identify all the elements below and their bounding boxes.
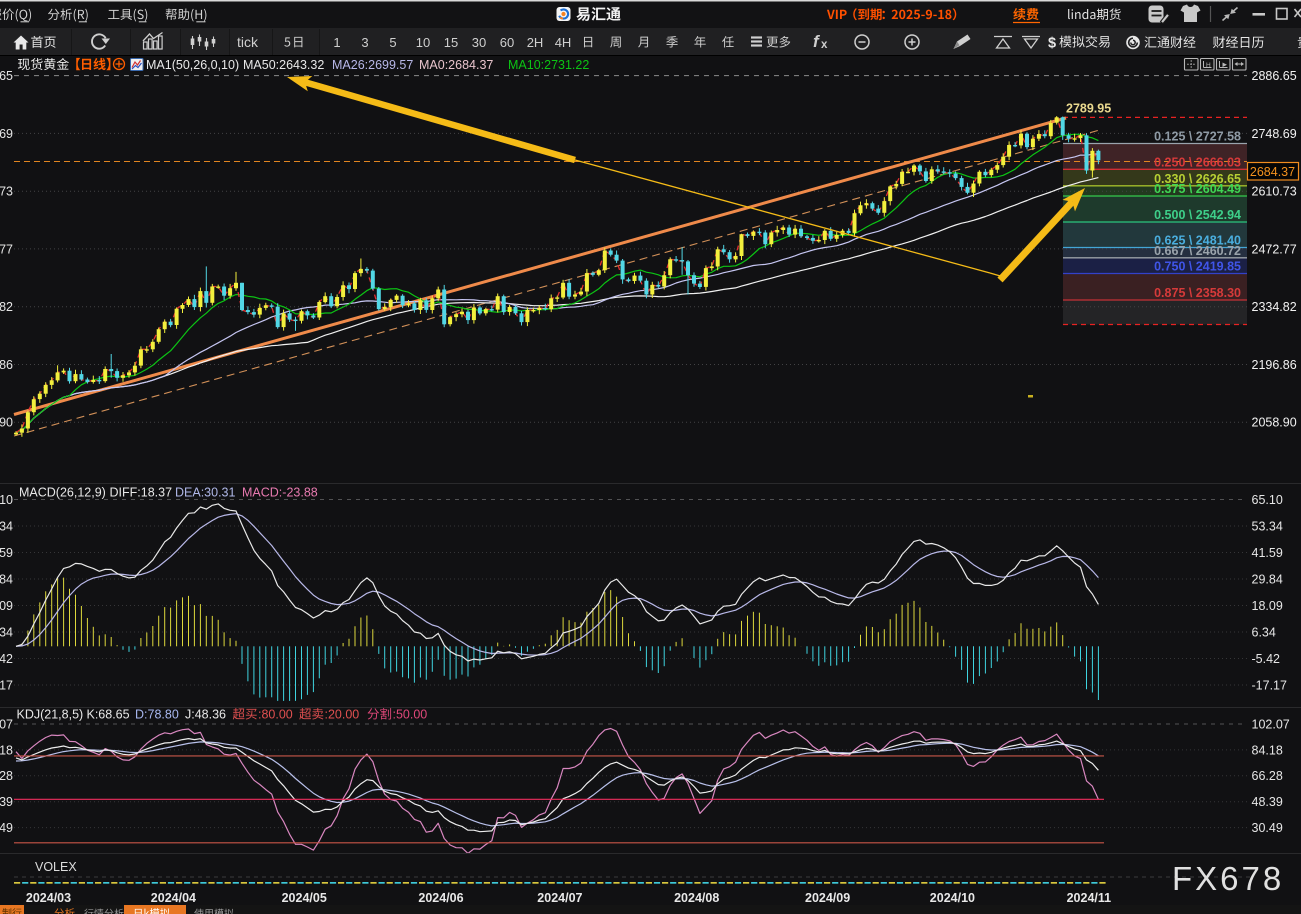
svg-text:10: 10 — [416, 35, 430, 50]
svg-text::80.00: :80.00 — [258, 708, 293, 722]
svg-text:0.500 \ 2542.94: 0.500 \ 2542.94 — [1154, 208, 1241, 222]
svg-text:DEA:30.31: DEA:30.31 — [175, 486, 236, 500]
svg-text:15: 15 — [444, 35, 458, 50]
svg-text:FX678: FX678 — [1172, 860, 1284, 897]
svg-text:2748.69: 2748.69 — [0, 127, 13, 141]
svg-text:2610.73: 2610.73 — [0, 185, 13, 199]
svg-text:2610.73: 2610.73 — [1252, 185, 1297, 199]
svg-text:2H: 2H — [527, 35, 544, 50]
svg-text:2024/09: 2024/09 — [805, 891, 850, 905]
svg-text:2024/03: 2024/03 — [26, 891, 71, 905]
svg-text:0.375 \ 2604.49: 0.375 \ 2604.49 — [1154, 182, 1241, 196]
svg-text:x: x — [821, 39, 828, 51]
svg-text:-5.42: -5.42 — [1252, 652, 1281, 666]
svg-text:MA10:2731.22: MA10:2731.22 — [508, 58, 589, 72]
svg-text:MA0:2684.37: MA0:2684.37 — [419, 58, 493, 72]
svg-text:2334.82: 2334.82 — [0, 300, 13, 314]
svg-text:0.125 \ 2727.58: 0.125 \ 2727.58 — [1154, 130, 1241, 144]
svg-text:2886.65: 2886.65 — [0, 69, 13, 83]
svg-text:J:48.36: J:48.36 — [185, 708, 226, 722]
svg-text:2058.90: 2058.90 — [1252, 416, 1297, 430]
svg-text:30.49: 30.49 — [0, 821, 13, 835]
svg-text:DIFF:18.37: DIFF:18.37 — [110, 486, 173, 500]
svg-text:2684.37: 2684.37 — [1250, 165, 1295, 179]
svg-text:102.07: 102.07 — [0, 717, 13, 731]
svg-text:KDJ(21,8,5): KDJ(21,8,5) — [17, 708, 84, 722]
svg-text:2472.77: 2472.77 — [0, 242, 13, 256]
svg-text:MA26:2699.57: MA26:2699.57 — [332, 58, 413, 72]
svg-text:53.34: 53.34 — [0, 519, 13, 533]
svg-text:2024/08: 2024/08 — [674, 891, 719, 905]
svg-text::50.00: :50.00 — [393, 708, 428, 722]
svg-text:65.10: 65.10 — [0, 493, 13, 507]
svg-text:tick: tick — [237, 34, 259, 50]
svg-text:0.250 \ 2666.03: 0.250 \ 2666.03 — [1154, 155, 1241, 169]
svg-text:18.09: 18.09 — [0, 599, 13, 613]
svg-text:-17.17: -17.17 — [1252, 678, 1287, 692]
svg-text:-5.42: -5.42 — [0, 652, 13, 666]
svg-text:2334.82: 2334.82 — [1252, 300, 1297, 314]
svg-text:66.28: 66.28 — [0, 769, 13, 783]
svg-text:$: $ — [1048, 36, 1056, 52]
svg-text:30.49: 30.49 — [1252, 821, 1283, 835]
svg-text:MA50:2643.32: MA50:2643.32 — [243, 58, 324, 72]
svg-text:84.18: 84.18 — [1252, 743, 1283, 757]
svg-text:65.10: 65.10 — [1252, 493, 1283, 507]
svg-text:41.59: 41.59 — [1252, 546, 1283, 560]
svg-text:0.875 \ 2358.30: 0.875 \ 2358.30 — [1154, 286, 1241, 300]
svg-text:0.667 \ 2460.72: 0.667 \ 2460.72 — [1154, 244, 1241, 258]
svg-text:29.84: 29.84 — [1252, 572, 1283, 586]
svg-text:2024/07: 2024/07 — [537, 891, 582, 905]
svg-text:MACD:-23.88: MACD:-23.88 — [242, 486, 318, 500]
svg-text:6.34: 6.34 — [0, 625, 13, 639]
svg-text:2748.69: 2748.69 — [1252, 127, 1297, 141]
svg-text:2024/05: 2024/05 — [282, 891, 327, 905]
svg-text:2024/04: 2024/04 — [151, 891, 196, 905]
svg-text:2196.86: 2196.86 — [1252, 358, 1297, 372]
svg-text:1: 1 — [333, 35, 340, 50]
svg-text:66.28: 66.28 — [1252, 769, 1283, 783]
svg-text:84.18: 84.18 — [0, 743, 13, 757]
svg-text:4H: 4H — [555, 35, 572, 50]
svg-text:102.07: 102.07 — [1252, 717, 1290, 731]
svg-text:D:78.80: D:78.80 — [135, 708, 179, 722]
svg-text:MA1(50,26,0,10): MA1(50,26,0,10) — [146, 58, 239, 72]
svg-text:2024/10: 2024/10 — [930, 891, 975, 905]
svg-text:48.39: 48.39 — [0, 795, 13, 809]
svg-text:2789.95: 2789.95 — [1066, 102, 1111, 116]
svg-text:53.34: 53.34 — [1252, 519, 1283, 533]
svg-text:29.84: 29.84 — [0, 572, 13, 586]
svg-text:3: 3 — [361, 35, 368, 50]
svg-text:60: 60 — [500, 35, 514, 50]
svg-text:41.59: 41.59 — [0, 546, 13, 560]
svg-text::20.00: :20.00 — [325, 708, 360, 722]
svg-text:VOLEX: VOLEX — [35, 860, 77, 874]
svg-text:2024/06: 2024/06 — [418, 891, 463, 905]
svg-text:2472.77: 2472.77 — [1252, 242, 1297, 256]
svg-text:2886.65: 2886.65 — [1252, 69, 1297, 83]
svg-text:H: H — [1206, 62, 1211, 69]
svg-text:K:68.65: K:68.65 — [87, 708, 130, 722]
svg-text:18.09: 18.09 — [1252, 599, 1283, 613]
svg-text:2024/11: 2024/11 — [1067, 891, 1112, 905]
svg-text:5: 5 — [389, 35, 396, 50]
svg-text:MACD(26,12,9): MACD(26,12,9) — [19, 486, 106, 500]
svg-text:30: 30 — [472, 35, 486, 50]
svg-text:6.34: 6.34 — [1252, 625, 1276, 639]
svg-text:2058.90: 2058.90 — [0, 416, 13, 430]
svg-text:-17.17: -17.17 — [0, 678, 13, 692]
svg-text:2196.86: 2196.86 — [0, 358, 13, 372]
svg-text:0.750 \ 2419.85: 0.750 \ 2419.85 — [1154, 260, 1241, 274]
svg-text:48.39: 48.39 — [1252, 795, 1283, 809]
